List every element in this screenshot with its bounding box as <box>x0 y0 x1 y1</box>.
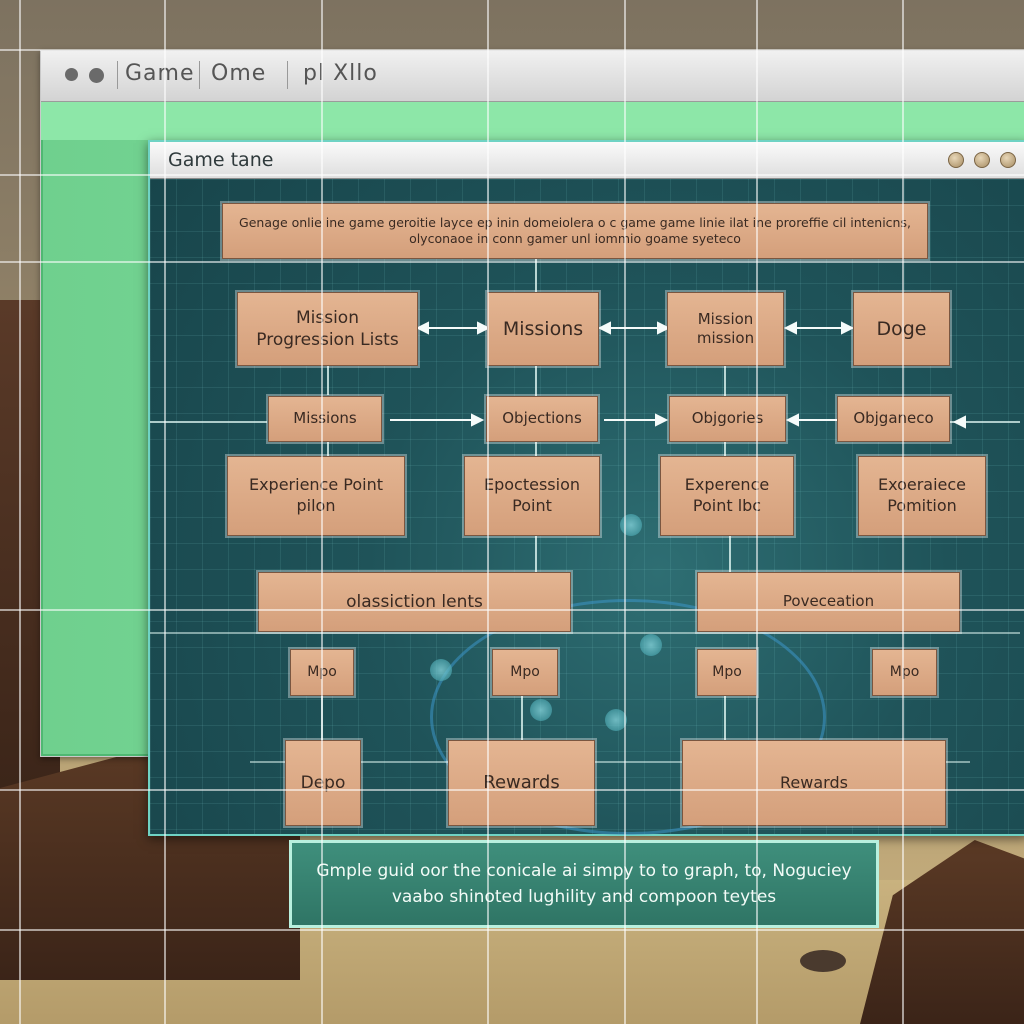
back-window-toolbar-strip <box>41 102 1024 140</box>
title-separator <box>287 61 288 89</box>
network-node <box>620 514 642 536</box>
node-depo[interactable]: Depo <box>285 740 361 826</box>
node-objgories[interactable]: Objgories <box>669 396 786 442</box>
node-objganeco[interactable]: Objganeco <box>837 396 950 442</box>
back-title-part-1: Game <box>125 61 195 86</box>
node-doge[interactable]: Doge <box>853 292 950 366</box>
network-node <box>640 634 662 656</box>
network-node <box>530 699 552 721</box>
lock-icon[interactable] <box>65 68 78 81</box>
title-separator <box>199 61 200 89</box>
title-separator <box>117 61 118 89</box>
back-title-part-2: Ome <box>211 61 267 86</box>
node-experience-point-pilon[interactable]: Experience Point pilon <box>227 456 405 536</box>
node-epoctession-point[interactable]: Epoctession Point <box>464 456 600 536</box>
network-node <box>605 709 627 731</box>
node-rewards-2[interactable]: Rewards <box>682 740 946 826</box>
close-button[interactable] <box>1000 152 1016 168</box>
node-experence-point-lbc[interactable]: Experence Point lbc <box>660 456 794 536</box>
node-mpo-3[interactable]: Mpo <box>697 649 757 696</box>
node-exoeraiece-pomition[interactable]: Exoeraiece Pomition <box>858 456 986 536</box>
node-mpo-1[interactable]: Mpo <box>290 649 354 696</box>
node-objections[interactable]: Objections <box>486 396 598 442</box>
node-olassiction-lents[interactable]: olassiction lents <box>258 572 571 632</box>
mesa-rock-bottom-right <box>860 840 1024 1024</box>
node-mission-mission[interactable]: Mission mission <box>667 292 784 366</box>
settings-icon[interactable] <box>89 68 104 83</box>
node-missions-row2[interactable]: Missions <box>268 396 382 442</box>
caption-panel: Gmple guid oor the conicale ai simpy to … <box>289 840 879 928</box>
node-mission-progression-lists[interactable]: Mission Progression Lists <box>237 292 418 366</box>
maximize-button[interactable] <box>974 152 990 168</box>
front-window-titlebar[interactable]: Game tane <box>150 142 1024 179</box>
back-window-titlebar[interactable]: Game Ome pl Xllo <box>41 51 1024 102</box>
network-node <box>430 659 452 681</box>
node-mpo-4[interactable]: Mpo <box>872 649 937 696</box>
small-rock <box>800 950 846 972</box>
minimize-button[interactable] <box>948 152 964 168</box>
node-missions[interactable]: Missions <box>487 292 599 366</box>
node-mpo-2[interactable]: Mpo <box>492 649 558 696</box>
node-poveceation[interactable]: Poveceation <box>697 572 960 632</box>
back-title-part-3: pl Xllo <box>303 61 378 86</box>
node-rewards-1[interactable]: Rewards <box>448 740 595 826</box>
front-window-title: Game tane <box>168 149 274 171</box>
diagram-header-box[interactable]: Genage onlie ine game geroitie layce ep … <box>222 203 928 259</box>
